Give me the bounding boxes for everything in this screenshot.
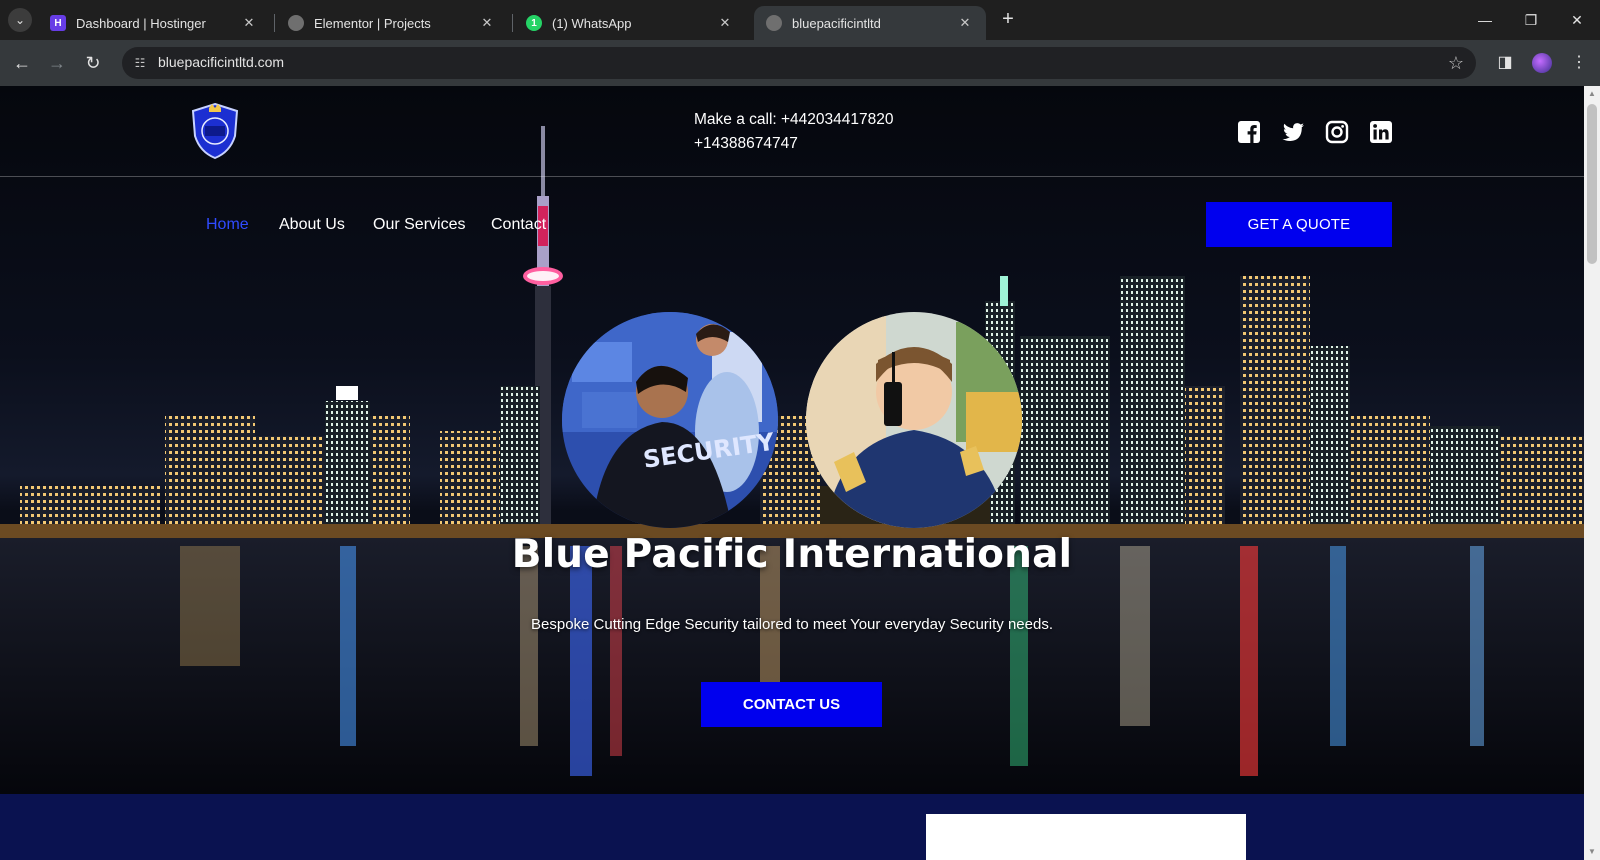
page-viewport: Make a call: +442034417820 +14388674747 … (0, 86, 1584, 860)
scroll-thumb[interactable] (1587, 104, 1597, 264)
scroll-up-arrow-icon[interactable]: ▲ (1584, 86, 1600, 102)
globe-icon (288, 15, 304, 31)
reload-icon[interactable]: ↻ (80, 50, 106, 76)
profile-avatar[interactable] (1532, 53, 1552, 73)
linkedin-icon[interactable] (1369, 120, 1393, 144)
nav-item-about-us[interactable]: About Us (279, 216, 345, 234)
company-logo[interactable] (190, 102, 240, 160)
address-bar[interactable]: ☷ bluepacificintltd.com ☆ (122, 47, 1476, 79)
tab-separator (274, 14, 275, 32)
restore-button[interactable]: ❐ (1508, 6, 1554, 34)
get-a-quote-button[interactable]: GET A QUOTE (1206, 202, 1392, 247)
whatsapp-icon: 1 (526, 15, 542, 31)
content-card (926, 814, 1246, 860)
globe-icon (766, 15, 782, 31)
security-guards-photo: SECURITY (562, 312, 778, 528)
tab-bluepacific[interactable]: bluepacificintltd ✕ (754, 6, 986, 40)
side-panel-icon[interactable]: ◨ (1494, 52, 1516, 74)
bookmark-star-icon[interactable]: ☆ (1448, 51, 1464, 75)
tab-bar: ⌄ H Dashboard | Hostinger ✕ Elementor | … (0, 0, 1600, 40)
tab-title: Elementor | Projects (314, 15, 431, 31)
nav-item-our-services[interactable]: Our Services (373, 216, 465, 234)
hero-subtitle: Bespoke Cutting Edge Security tailored t… (531, 616, 1053, 633)
hero-title: Blue Pacific International (511, 532, 1073, 577)
header-divider (0, 176, 1584, 177)
contact-us-button[interactable]: CONTACT US (701, 682, 882, 727)
minimize-button[interactable]: — (1462, 6, 1508, 34)
tab-elementor[interactable]: Elementor | Projects ✕ (276, 6, 508, 40)
close-icon[interactable]: ✕ (956, 15, 974, 31)
call-line[interactable]: +14388674747 (694, 132, 894, 156)
hero-section: Make a call: +442034417820 +14388674747 … (0, 86, 1584, 794)
page-scrollbar[interactable]: ▲ ▼ (1584, 86, 1600, 860)
close-window-button[interactable]: ✕ (1554, 6, 1600, 34)
forward-arrow-icon[interactable]: → (44, 50, 70, 76)
menu-kebab-icon[interactable]: ⋮ (1568, 52, 1590, 74)
new-tab-button[interactable]: + (996, 8, 1020, 32)
tab-title: bluepacificintltd (792, 15, 881, 31)
url-text[interactable]: bluepacificintltd.com (158, 54, 284, 70)
call-info: Make a call: +442034417820 +14388674747 (694, 108, 894, 156)
tab-title: (1) WhatsApp (552, 15, 632, 31)
site-info-icon[interactable]: ☷ (128, 51, 152, 75)
close-icon[interactable]: ✕ (478, 15, 496, 31)
twitter-icon[interactable] (1281, 120, 1305, 144)
tab-title: Dashboard | Hostinger (76, 15, 206, 31)
security-officer-photo (806, 312, 1022, 528)
tab-search-icon[interactable]: ⌄ (8, 8, 32, 32)
tab-whatsapp[interactable]: 1 (1) WhatsApp ✕ (514, 6, 746, 40)
hostinger-icon: H (50, 15, 66, 31)
tab-separator (512, 14, 513, 32)
tab-hostinger[interactable]: H Dashboard | Hostinger ✕ (38, 6, 270, 40)
back-arrow-icon[interactable]: ← (9, 50, 35, 76)
call-line[interactable]: Make a call: +442034417820 (694, 108, 894, 132)
facebook-icon[interactable] (1237, 120, 1261, 144)
nav-item-contact[interactable]: Contact (491, 216, 546, 234)
close-icon[interactable]: ✕ (716, 15, 734, 31)
close-icon[interactable]: ✕ (240, 15, 258, 31)
scroll-down-arrow-icon[interactable]: ▼ (1584, 844, 1600, 860)
instagram-icon[interactable] (1325, 120, 1349, 144)
nav-item-home[interactable]: Home (206, 216, 249, 234)
lower-section (0, 794, 1584, 860)
browser-toolbar: ← → ↻ ☷ bluepacificintltd.com ☆ ◨ ⋮ (0, 40, 1600, 86)
